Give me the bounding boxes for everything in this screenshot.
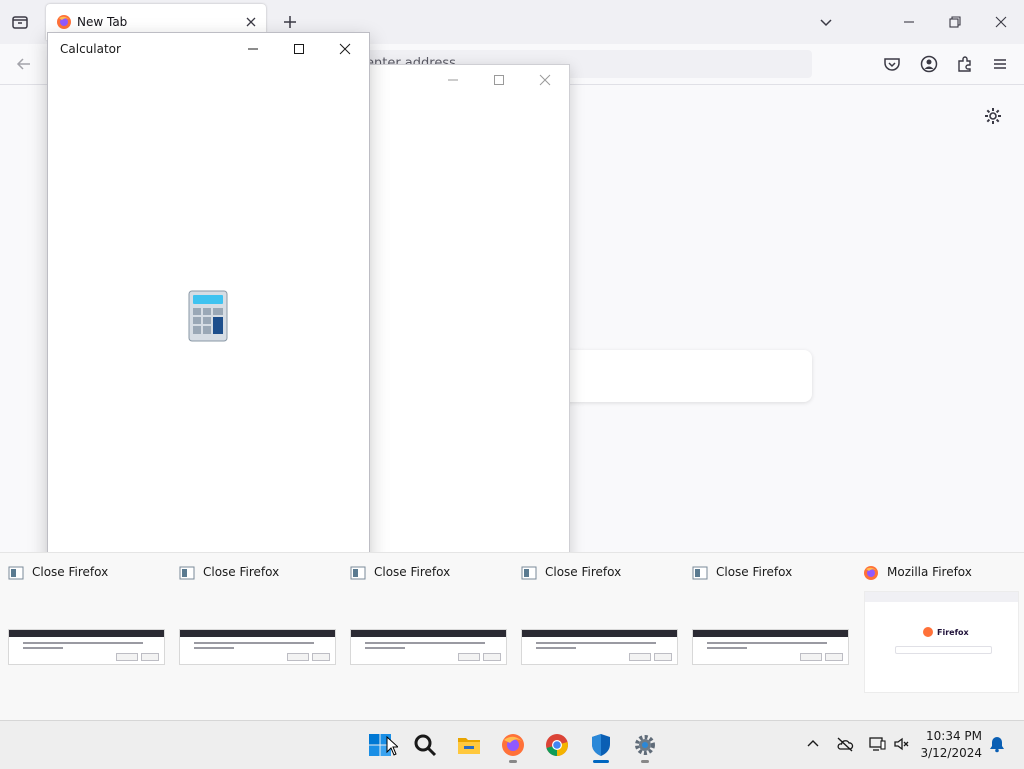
thumbnail-close-firefox[interactable]: Close Firefox — [0, 553, 165, 721]
thumbnail-close-firefox[interactable]: Close Firefox — [684, 553, 849, 721]
back-arrow-icon[interactable] — [14, 54, 34, 74]
dialog-window-icon — [8, 565, 24, 581]
calculator-window[interactable]: Calculator — [47, 32, 370, 566]
list-all-tabs-chevron-icon[interactable] — [816, 12, 836, 32]
dialog-window-icon — [521, 565, 537, 581]
thumbnail-label: Close Firefox — [32, 565, 109, 579]
clock-time[interactable]: 10:34 PM — [920, 729, 982, 743]
file-explorer-button[interactable] — [451, 727, 487, 763]
clock-date[interactable]: 3/12/2024 — [920, 746, 982, 760]
dialog-window-icon — [350, 565, 366, 581]
settings-icon — [635, 735, 655, 755]
thumbnail-close-firefox[interactable]: Close Firefox — [171, 553, 336, 721]
chrome-icon — [546, 734, 568, 756]
firefox-view-icon[interactable] — [10, 12, 30, 32]
thumbnail-label: Close Firefox — [716, 565, 793, 579]
search-icon — [414, 734, 437, 757]
close-icon[interactable] — [338, 42, 352, 56]
firefox-icon — [56, 14, 72, 30]
pocket-icon[interactable] — [882, 54, 902, 74]
firefox-button[interactable] — [495, 727, 531, 763]
thumbnail-preview: Firefox — [864, 591, 1019, 693]
dialog-window-icon — [179, 565, 195, 581]
firefox-logo-icon — [923, 627, 933, 637]
tab-label: New Tab — [77, 15, 128, 29]
dialog-window-icon — [692, 565, 708, 581]
maximize-icon[interactable] — [492, 73, 506, 87]
thumbnail-preview — [692, 629, 849, 665]
close-window-icon[interactable] — [991, 12, 1011, 32]
taskbar: 10:34 PM 3/12/2024 — [0, 720, 1024, 769]
close-icon[interactable] — [538, 73, 552, 87]
thumbnail-label: Mozilla Firefox — [887, 565, 972, 579]
settings-button[interactable] — [627, 727, 663, 763]
running-indicator — [641, 760, 649, 763]
minimize-icon[interactable] — [899, 12, 919, 32]
minimize-icon[interactable] — [246, 42, 260, 56]
firefox-icon — [502, 734, 524, 756]
window-title: Calculator — [60, 42, 121, 56]
thumbnail-label: Close Firefox — [545, 565, 622, 579]
extensions-icon[interactable] — [955, 54, 975, 74]
network-icon[interactable] — [868, 735, 886, 753]
volume-muted-icon[interactable] — [893, 735, 911, 753]
notification-bell-icon[interactable] — [988, 735, 1006, 753]
thumbnail-preview — [179, 629, 336, 665]
maximize-icon[interactable] — [292, 42, 306, 56]
new-tab-plus-icon[interactable] — [280, 12, 300, 32]
defender-button[interactable] — [583, 727, 619, 763]
taskbar-thumbnail-flyout: Close Firefox Close Firefox Close Firefo… — [0, 552, 1024, 721]
mouse-cursor-icon — [386, 736, 398, 756]
thumbnail-label: Close Firefox — [203, 565, 280, 579]
file-explorer-icon — [458, 738, 480, 754]
search-button[interactable] — [407, 727, 443, 763]
firefox-icon — [863, 565, 879, 581]
preview-wordmark: Firefox — [937, 628, 969, 637]
thumbnail-close-firefox[interactable]: Close Firefox — [342, 553, 507, 721]
running-indicator — [509, 760, 517, 763]
thumbnail-close-firefox[interactable]: Close Firefox — [513, 553, 678, 721]
defender-icon — [592, 734, 610, 756]
chrome-button[interactable] — [539, 727, 575, 763]
thumbnail-preview — [521, 629, 678, 665]
chevron-up-icon[interactable] — [804, 735, 822, 753]
restore-icon[interactable] — [945, 12, 965, 32]
account-icon[interactable] — [919, 54, 939, 74]
menu-hamburger-icon[interactable] — [990, 54, 1010, 74]
minimize-icon[interactable] — [446, 73, 460, 87]
blank-app-window[interactable] — [369, 64, 570, 566]
close-tab-icon[interactable] — [244, 15, 258, 29]
thumbnail-preview — [8, 629, 165, 665]
active-indicator — [593, 760, 609, 763]
onedrive-off-icon[interactable] — [836, 735, 854, 753]
calculator-icon — [188, 290, 228, 342]
thumbnail-label: Close Firefox — [374, 565, 451, 579]
thumbnail-preview — [350, 629, 507, 665]
gear-icon[interactable] — [983, 106, 1003, 126]
